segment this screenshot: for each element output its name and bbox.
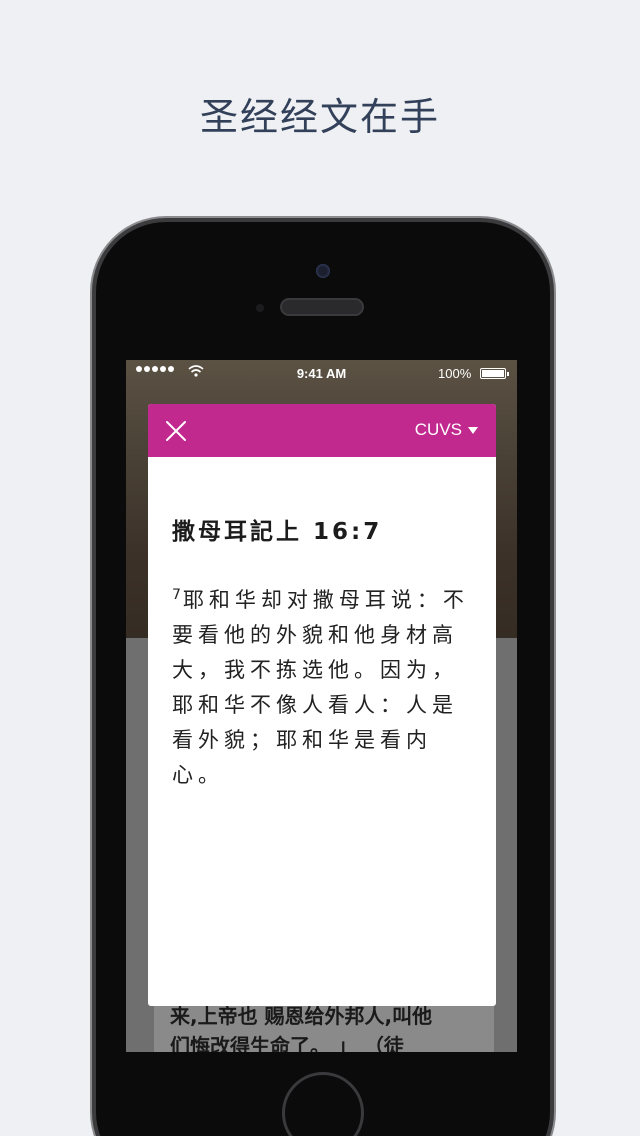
battery-percentage: 100%	[438, 366, 472, 381]
caret-down-icon	[468, 426, 478, 434]
verse-reference: 撒母耳記上 16:7	[172, 519, 383, 545]
verse-text-block: 7耶和华却对撒母耳说：不要看他的外貌和他身材高大，我不拣选他。因为，耶和华不像人…	[172, 578, 472, 793]
phone-camera	[316, 264, 330, 278]
verse-modal: CUVS 撒母耳記上 16:7 7耶和华却对撒母耳说：不要看他的外貌和他身材高大…	[148, 404, 496, 1006]
close-icon[interactable]	[164, 419, 188, 443]
verse-text: 耶和华却对撒母耳说：不要看他的外貌和他身材高大，我不拣选他。因为，耶和华不像人看…	[172, 588, 469, 787]
verse-number: 7	[172, 587, 181, 603]
page-headline: 圣经经文在手	[199, 95, 440, 139]
phone-sensor	[256, 304, 264, 312]
version-label: CUVS	[414, 420, 462, 439]
status-bar: 9:41 AM 100%	[126, 360, 517, 388]
version-dropdown[interactable]: CUVS	[415, 420, 478, 440]
background-text-line: 们悔改得生命了。 」 （徒	[170, 1034, 404, 1052]
phone-screen: 来,上帝也 赐恩给外邦人,叫他 们悔改得生命了。 」 （徒 9:41 AM 10…	[126, 360, 517, 1052]
modal-header: CUVS	[148, 404, 496, 457]
phone-speaker	[280, 298, 364, 316]
battery-icon	[480, 368, 509, 379]
